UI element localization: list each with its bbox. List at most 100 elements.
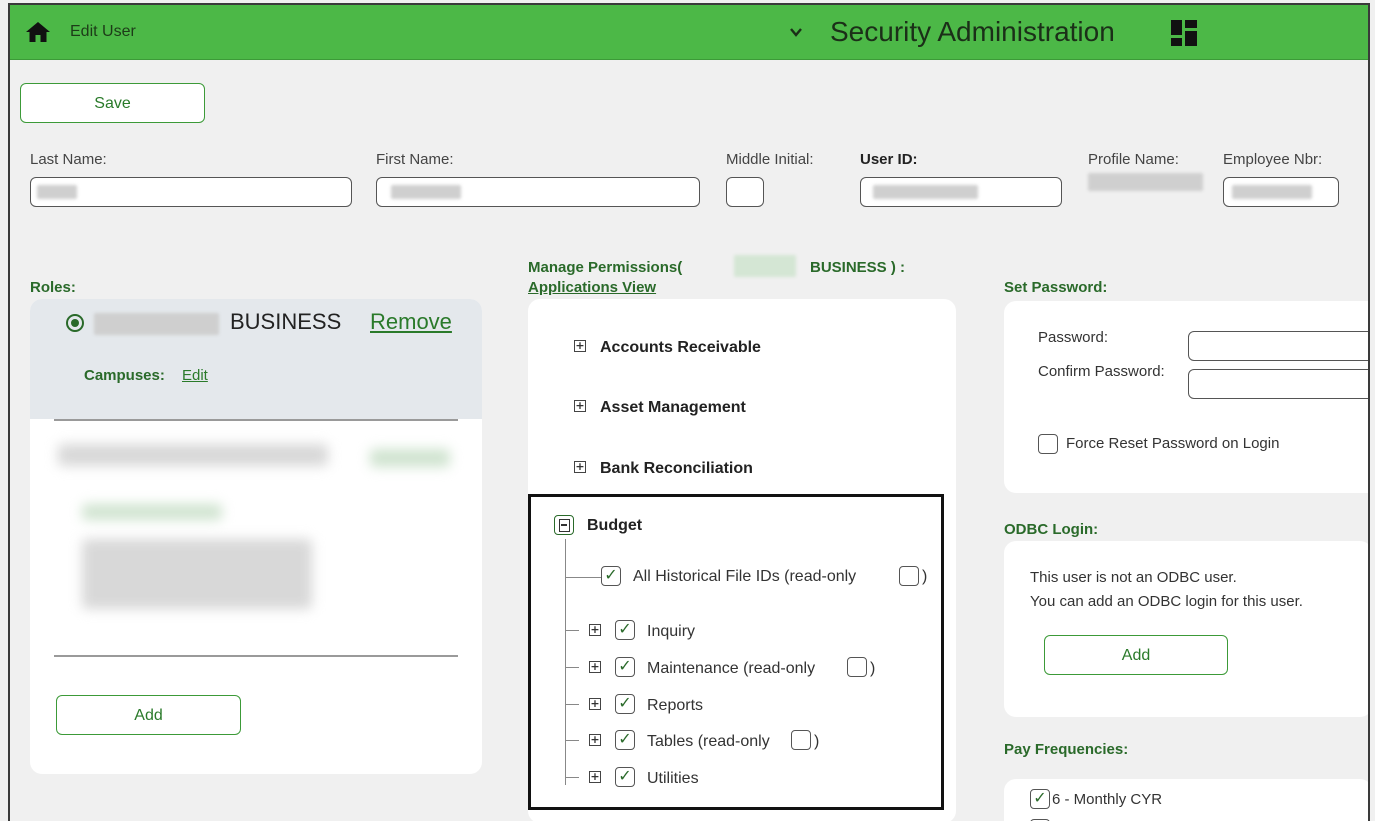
add-role-button[interactable]: Add — [56, 695, 241, 735]
tree-line — [565, 740, 579, 741]
role-radio[interactable] — [66, 314, 84, 332]
user-id-label: User ID: — [860, 151, 918, 168]
pay-frequencies-title: Pay Frequencies: — [1004, 741, 1129, 758]
top-bar: Edit User Security Administration — [10, 5, 1368, 60]
set-password-title: Set Password: — [1004, 279, 1108, 296]
inquiry-checkbox[interactable]: ✓ — [615, 620, 635, 640]
utilities-checkbox[interactable]: ✓ — [615, 767, 635, 787]
redacted-value — [1232, 185, 1312, 199]
expand-icon[interactable]: + — [589, 661, 601, 673]
redacted-role-prefix — [94, 313, 219, 335]
reports-checkbox[interactable]: ✓ — [615, 694, 635, 714]
permissions-title-prefix: Manage Permissions( — [528, 259, 683, 276]
redacted-value — [37, 185, 77, 199]
collapse-icon[interactable] — [554, 515, 574, 535]
password-panel: Password: Confirm Password: Force Reset … — [1004, 301, 1368, 493]
save-button[interactable]: Save — [20, 83, 205, 123]
tree-line — [565, 577, 601, 578]
home-icon[interactable] — [25, 21, 51, 43]
tables-readonly-checkbox[interactable] — [791, 730, 811, 750]
odbc-status-text: This user is not an ODBC user. — [1030, 569, 1237, 586]
tree-item-accounts-receivable[interactable]: Accounts Receivable — [600, 339, 761, 357]
user-id-field[interactable] — [860, 177, 1062, 207]
pay-frequency-checkbox[interactable]: ✓ — [1030, 789, 1050, 809]
tree-item-budget[interactable]: Budget — [587, 517, 642, 535]
inquiry-label: Inquiry — [647, 623, 696, 640]
profile-name-value — [1088, 173, 1203, 191]
app-grid-icon[interactable] — [1170, 19, 1198, 47]
applications-view-link[interactable]: Applications View — [528, 279, 656, 296]
app-window: Edit User Security Administration Save L… — [8, 3, 1370, 821]
utilities-label: Utilities — [647, 770, 699, 787]
pay-frequencies-panel: ✓ 6 - Monthly CYR — [1004, 779, 1368, 821]
redacted-value — [873, 185, 978, 199]
expand-icon[interactable]: + — [589, 734, 601, 746]
confirm-password-label: Confirm Password: — [1038, 363, 1165, 380]
historical-label: All Historical File IDs (read-only — [633, 568, 857, 585]
redacted-subitems — [82, 539, 312, 609]
paren-close: ) — [814, 733, 820, 750]
tree-item-asset-management[interactable]: Asset Management — [600, 399, 746, 417]
odbc-panel: This user is not an ODBC user. You can a… — [1004, 541, 1368, 717]
password-label: Password: — [1038, 329, 1109, 346]
add-odbc-button[interactable]: Add — [1044, 635, 1228, 675]
employee-nbr-label: Employee Nbr: — [1223, 151, 1323, 168]
historical-checkbox[interactable]: ✓ — [601, 566, 621, 586]
historical-readonly-checkbox[interactable] — [899, 566, 919, 586]
tree-line — [565, 630, 579, 631]
tables-label: Tables (read-only — [647, 733, 770, 750]
expand-icon[interactable]: + — [589, 771, 601, 783]
pay-frequency-label: 6 - Monthly CYR — [1052, 791, 1163, 808]
divider — [54, 655, 458, 657]
force-reset-label: Force Reset Password on Login — [1066, 435, 1280, 452]
last-name-label: Last Name: — [30, 151, 107, 168]
redacted-subitem — [82, 504, 222, 520]
odbc-title: ODBC Login: — [1004, 521, 1099, 538]
maintenance-checkbox[interactable]: ✓ — [615, 657, 635, 677]
redacted-link — [370, 449, 450, 467]
maintenance-readonly-checkbox[interactable] — [847, 657, 867, 677]
expand-icon[interactable]: + — [574, 400, 586, 412]
redacted-role-row — [58, 444, 328, 466]
roles-panel: BUSINESS Remove Campuses: Edit Add — [30, 299, 482, 774]
first-name-label: First Name: — [376, 151, 454, 168]
campuses-label: Campuses: — [84, 367, 165, 384]
budget-tree-highlight: Budget ✓ All Historical File IDs (read-o… — [528, 494, 944, 810]
tree-line — [565, 667, 579, 668]
middle-initial-label: Middle Initial: — [726, 151, 814, 168]
last-name-field[interactable] — [30, 177, 352, 207]
expand-icon[interactable]: + — [574, 461, 586, 473]
tree-item-bank-reconciliation[interactable]: Bank Reconciliation — [600, 460, 753, 478]
role-name: BUSINESS — [230, 309, 342, 334]
paren-close: ) — [922, 568, 928, 585]
tables-checkbox[interactable]: ✓ — [615, 730, 635, 750]
redacted-value — [391, 185, 461, 199]
tree-line — [565, 539, 566, 785]
permissions-title-role: BUSINESS ) : — [810, 259, 906, 276]
divider — [54, 419, 458, 421]
force-reset-checkbox[interactable] — [1038, 434, 1058, 454]
paren-close: ) — [870, 660, 876, 677]
tree-line — [565, 777, 579, 778]
roles-title: Roles: — [30, 279, 76, 296]
chevron-down-icon[interactable] — [788, 24, 804, 40]
employee-nbr-field[interactable] — [1223, 177, 1339, 207]
edit-campuses-link[interactable]: Edit — [182, 367, 208, 384]
first-name-field[interactable] — [376, 177, 700, 207]
redacted-user — [734, 255, 796, 277]
app-title: Security Administration — [830, 16, 1115, 47]
confirm-password-field[interactable] — [1188, 369, 1368, 399]
maintenance-label: Maintenance (read-only — [647, 660, 816, 677]
expand-icon[interactable]: + — [589, 698, 601, 710]
role-row: BUSINESS Remove Campuses: Edit — [30, 299, 482, 419]
odbc-hint-text: You can add an ODBC login for this user. — [1030, 593, 1303, 610]
expand-icon[interactable]: + — [589, 624, 601, 636]
reports-label: Reports — [647, 697, 704, 714]
profile-name-label: Profile Name: — [1088, 151, 1179, 168]
password-field[interactable] — [1188, 331, 1368, 361]
middle-initial-field[interactable] — [726, 177, 764, 207]
tree-line — [565, 704, 579, 705]
page-title: Edit User — [70, 23, 136, 40]
expand-icon[interactable]: + — [574, 340, 586, 352]
remove-role-link[interactable]: Remove — [370, 309, 452, 335]
